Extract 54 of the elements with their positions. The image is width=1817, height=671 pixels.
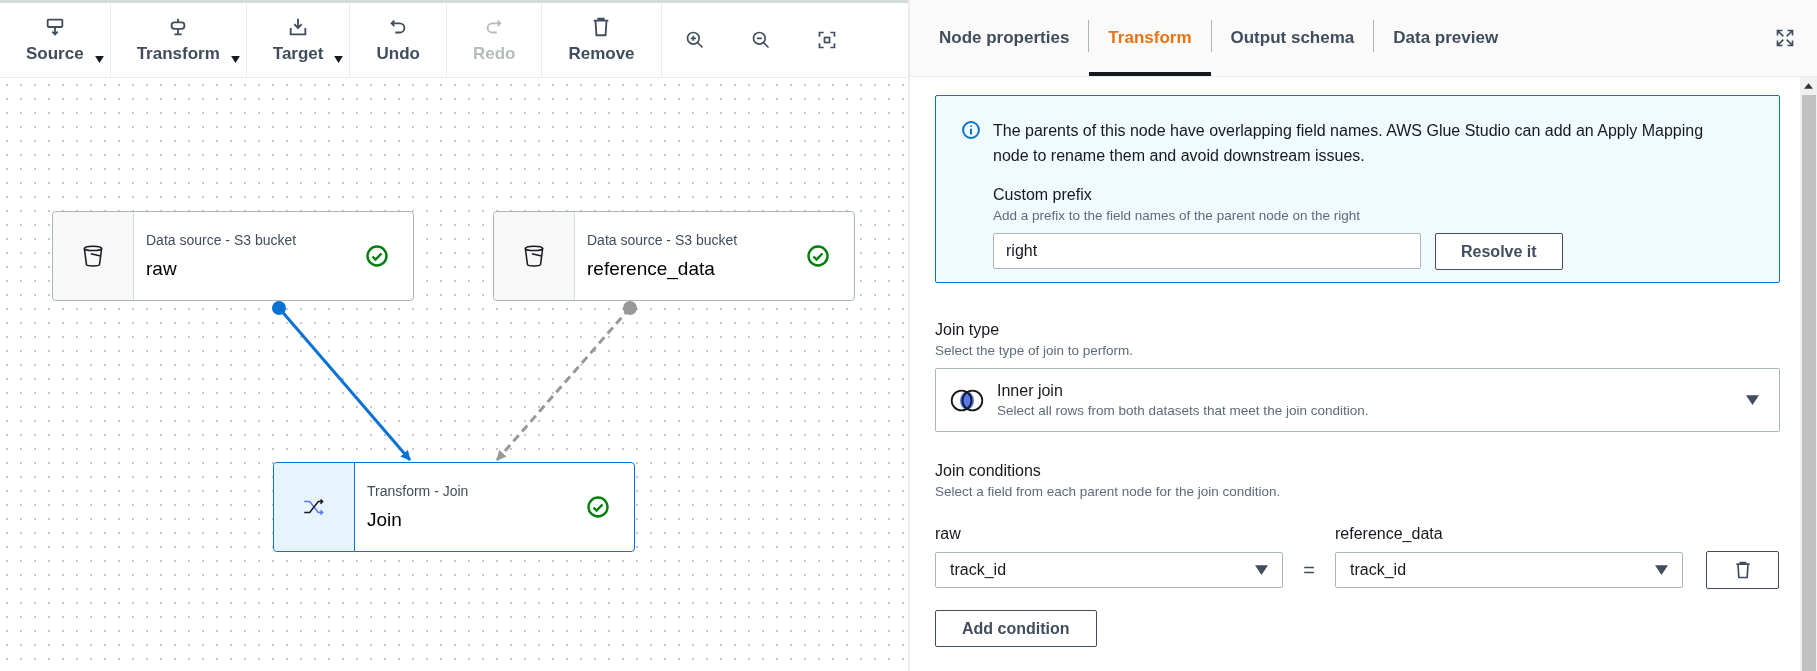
- scrollbar[interactable]: [1800, 77, 1817, 671]
- node-card[interactable]: Transform - Join Join: [273, 462, 635, 552]
- tab[interactable]: Node properties: [920, 0, 1089, 76]
- fit-view-icon: [816, 30, 837, 50]
- port-dot[interactable]: [272, 301, 286, 315]
- zoom-in-icon: [684, 30, 705, 50]
- field-hint: Select the type of join to perform.: [935, 343, 1135, 358]
- field-select[interactable]: track_id: [935, 552, 1283, 588]
- option-title: Inner join: [997, 382, 1064, 400]
- node-type: Data source - S3 bucket: [587, 232, 739, 248]
- column-label: raw: [935, 525, 962, 543]
- caret-icon: [1746, 395, 1759, 405]
- toolbar-button[interactable]: Transform: [110, 3, 247, 77]
- node-card[interactable]: Data source - S3 bucket raw: [52, 211, 414, 301]
- node-name: Join: [367, 509, 403, 531]
- check-circle-icon: [806, 244, 830, 268]
- check-circle-icon: [365, 244, 389, 268]
- field-label: Custom prefix: [993, 186, 1093, 204]
- field-select[interactable]: track_id: [1335, 552, 1683, 588]
- zoom-out-icon: [750, 30, 771, 50]
- scroll-up-icon[interactable]: [1804, 83, 1813, 89]
- node-type: Data source - S3 bucket: [146, 232, 298, 248]
- node-card[interactable]: Data source - S3 bucket reference_data: [493, 211, 855, 301]
- check-circle-icon: [586, 495, 610, 519]
- prefix-input-field[interactable]: right: [993, 233, 1421, 269]
- port-dot[interactable]: [623, 301, 637, 315]
- caret-icon: [230, 56, 240, 63]
- info-icon: [961, 120, 981, 140]
- toolbar-button[interactable]: Remove: [542, 3, 662, 77]
- caret-icon: [94, 56, 104, 63]
- toolbar-button[interactable]: Target: [246, 3, 351, 77]
- tab[interactable]: Data preview: [1374, 0, 1518, 76]
- info-text: The parents of this node have overlapping field names. AWS Glue Studio can add an Apply Mapping node to rename them and avoid downstream issues.: [993, 121, 1705, 166]
- caret-icon: [1655, 565, 1668, 575]
- toolbar-button[interactable]: Source: [0, 3, 111, 77]
- option-description: Select all rows from both datasets that meet the join condition.: [997, 403, 1370, 418]
- node-name: reference_data: [587, 258, 716, 280]
- equals-sign: =: [1302, 558, 1316, 582]
- column-label: reference_data: [1335, 525, 1444, 543]
- field-hint: Add a prefix to the field names of the parent node on the right: [993, 208, 1361, 223]
- node-type: Transform - Join: [367, 483, 470, 499]
- join-type-select[interactable]: Inner join Select all rows from both datasets that meet the join condition.: [935, 368, 1780, 432]
- tab[interactable]: Output schema: [1211, 0, 1374, 76]
- expand-icon[interactable]: [1775, 28, 1795, 48]
- caret-icon: [334, 56, 344, 63]
- field-hint: Select a field from each parent node for the join condition.: [935, 484, 1282, 499]
- resolve-button[interactable]: Resolve it: [1435, 233, 1563, 270]
- caret-icon: [1255, 565, 1268, 575]
- node-name: raw: [146, 258, 178, 280]
- toolbar-button[interactable]: Undo: [350, 3, 447, 77]
- add-condition-button[interactable]: Add condition: [935, 610, 1097, 647]
- delete-button[interactable]: [1706, 551, 1779, 589]
- field-label: Join conditions: [935, 462, 1042, 480]
- field-label: Join type: [935, 321, 1001, 339]
